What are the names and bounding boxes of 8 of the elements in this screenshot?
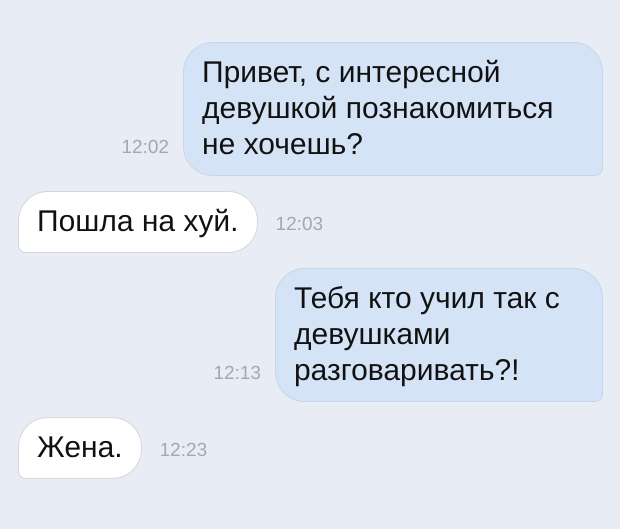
- message-time: 12:13: [213, 362, 261, 386]
- message-time: 12:03: [276, 212, 324, 236]
- message-bubble: Тебя кто учил так с девушками разговаривать?!: [275, 268, 603, 402]
- message-bubble: Пошла на хуй.: [18, 191, 258, 253]
- message-time: 12:02: [121, 136, 169, 160]
- message-time: 12:23: [160, 438, 208, 462]
- message-bubble: Привет, с интересной девушкой познакомиться не хочешь?: [183, 42, 603, 176]
- message-bubble: Жена.: [18, 417, 142, 479]
